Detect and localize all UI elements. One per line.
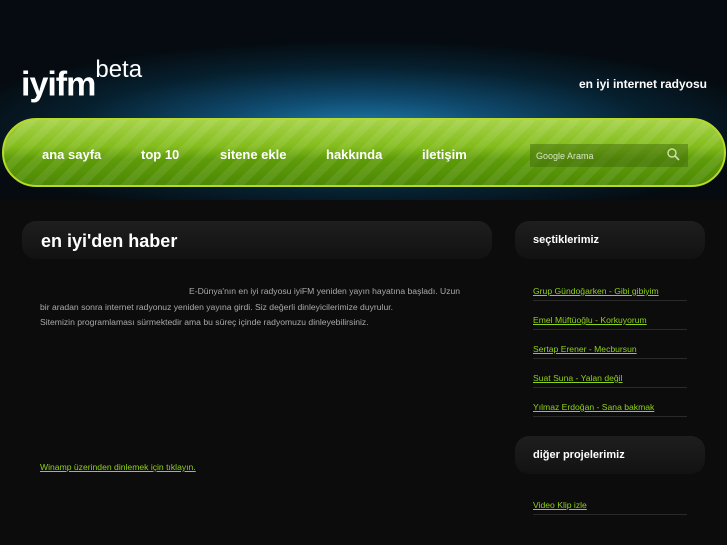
- logo-text: iyifm: [21, 65, 96, 104]
- page-title: en iyi'den haber: [41, 231, 178, 251]
- nav-ana-sayfa[interactable]: ana sayfa: [42, 147, 101, 162]
- nav-iletisim[interactable]: iletişim: [422, 147, 467, 162]
- pick-link[interactable]: Sertap Erener - Mecbursun: [533, 344, 637, 354]
- site-logo[interactable]: iyifmbeta: [21, 56, 142, 104]
- news-header: en iyi'den haber: [22, 221, 492, 259]
- projects-header: diğer projelerimiz: [515, 436, 705, 474]
- news-line: E-Dünya'nın en iyi radyosu iyiFM yeniden…: [189, 286, 461, 296]
- news-line: Sitemizin programlaması sürmektedir ama …: [40, 317, 369, 327]
- pick-link[interactable]: Emel Müftüoğlu - Korkuyorum: [533, 315, 647, 325]
- search-input[interactable]: [530, 144, 688, 167]
- nav-hakkinda[interactable]: hakkında: [326, 147, 382, 162]
- projects-title: diğer projelerimiz: [533, 449, 625, 461]
- pick-link[interactable]: Yılmaz Erdoğan - Sana bakmak: [533, 402, 654, 412]
- picks-header: seçtiklerimiz: [515, 221, 705, 259]
- tagline: en iyi internet radyosu: [578, 77, 707, 91]
- picks-list: Grup Gündoğarken - Gibi gibiyim Emel Müf…: [533, 272, 687, 417]
- pick-link[interactable]: Grup Gündoğarken - Gibi gibiyim: [533, 286, 659, 296]
- logo-beta: beta: [95, 56, 143, 83]
- picks-title: seçtiklerimiz: [533, 234, 600, 246]
- search-icon[interactable]: [666, 147, 680, 161]
- main-nav: ana sayfa top 10 sitene ekle hakkında il…: [2, 118, 726, 187]
- nav-sitene-ekle[interactable]: sitene ekle: [220, 147, 287, 162]
- winamp-link[interactable]: Winamp üzerinden dinlemek için tıklayın.: [40, 462, 196, 472]
- nav-top-10[interactable]: top 10: [141, 147, 179, 162]
- news-line: bir aradan sonra internet radyonuz yenid…: [40, 301, 394, 312]
- projects-list: Video Klip izle: [533, 486, 687, 515]
- project-link[interactable]: Video Klip izle: [533, 500, 587, 510]
- news-body: E-Dünya'nın en iyi radyosu iyiFM yeniden…: [40, 284, 470, 331]
- pick-link[interactable]: Suat Suna - Yalan değil: [533, 373, 623, 383]
